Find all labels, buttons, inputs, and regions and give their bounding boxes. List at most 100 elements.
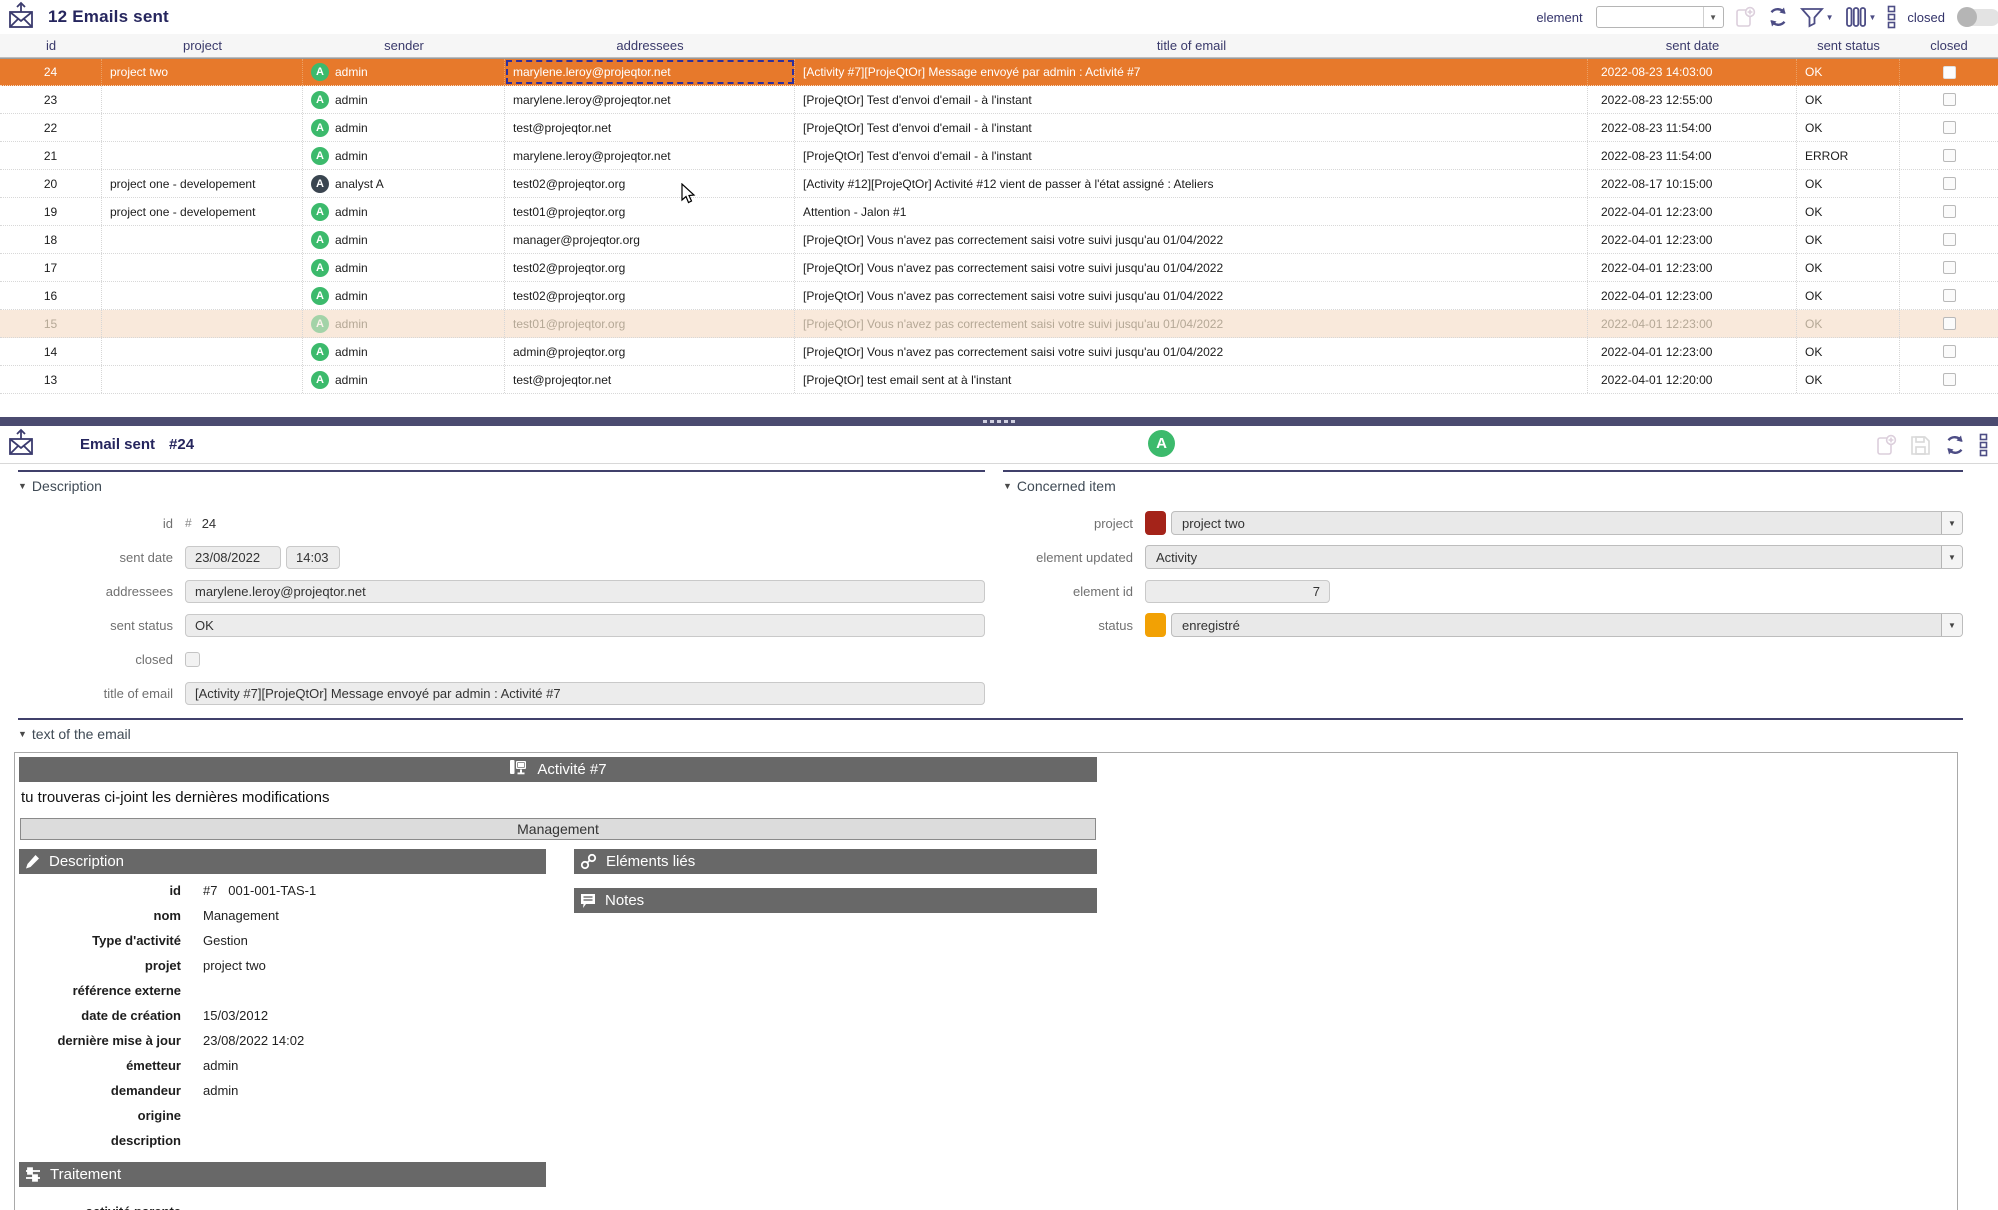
table-row[interactable]: 20 project one - developement A analyst … — [0, 170, 1998, 198]
cell-project — [102, 86, 303, 113]
cell-project — [102, 338, 303, 365]
table-row[interactable]: 13 A admin test@projeqtor.net [ProjeQtOr… — [0, 366, 1998, 394]
cell-sender: A admin — [303, 366, 505, 393]
closed-toggle[interactable] — [1957, 6, 1998, 27]
section-description-header[interactable]: ▼ Description — [18, 478, 985, 494]
column-header-closed[interactable]: closed — [1900, 38, 1998, 53]
cell-sent-status: OK — [1797, 86, 1900, 113]
cell-sender: A admin — [303, 59, 505, 85]
field-row: activité parente — [19, 1199, 546, 1210]
closed-checkbox[interactable] — [1942, 65, 1956, 79]
table-row[interactable]: 23 A admin marylene.leroy@projeqtor.net … — [0, 86, 1998, 114]
closed-checkbox[interactable] — [1942, 289, 1956, 302]
filter-icon[interactable]: ▼ — [1799, 7, 1834, 28]
cell-title: [Activity #12][ProjeQtOr] Activité #12 v… — [795, 170, 1588, 197]
columns-icon[interactable]: ▼ — [1845, 6, 1876, 28]
chevron-down-icon[interactable]: ▼ — [1702, 7, 1723, 27]
cell-sender-name: analyst A — [335, 176, 384, 191]
element-id-input[interactable]: 7 — [1145, 579, 1330, 603]
cell-sent-status: OK — [1797, 310, 1900, 337]
closed-checkbox[interactable] — [1942, 177, 1956, 190]
save-icon[interactable] — [1910, 435, 1931, 461]
cell-sender-name: admin — [335, 92, 368, 107]
table-row[interactable]: 19 project one - developement A admin te… — [0, 198, 1998, 226]
field-row: description — [19, 1128, 546, 1153]
closed-checkbox[interactable] — [1942, 233, 1956, 246]
cell-addressees: test02@projeqtor.org — [505, 282, 795, 309]
chevron-down-icon[interactable]: ▼ — [1941, 512, 1962, 534]
table-row[interactable]: 24 project two A admin marylene.leroy@pr… — [0, 58, 1998, 86]
status-label: status — [1098, 617, 1133, 633]
status-select[interactable]: enregistré ▼ — [1171, 613, 1963, 637]
column-header-sender[interactable]: sender — [303, 38, 505, 53]
description-bar: Description — [19, 849, 546, 874]
chevron-down-icon[interactable]: ▼ — [1941, 546, 1962, 568]
field-value: project two — [203, 958, 266, 973]
notes-bar: Notes — [574, 888, 1097, 913]
cell-sender-name: admin — [335, 232, 368, 247]
cell-closed — [1900, 282, 1998, 309]
element-filter-combobox[interactable]: ▼ — [1595, 6, 1724, 28]
column-header-project[interactable]: project — [102, 38, 303, 53]
field-value: admin — [203, 1058, 239, 1073]
user-avatar[interactable]: A — [1148, 430, 1175, 457]
cell-sent-status: OK — [1797, 198, 1900, 225]
closed-checkbox[interactable] — [185, 651, 200, 667]
field-row: nom Management — [19, 903, 546, 928]
cell-sent-date: 2022-08-17 10:15:00 — [1588, 170, 1797, 197]
table-row[interactable]: 22 A admin test@projeqtor.net [ProjeQtOr… — [0, 114, 1998, 142]
project-select[interactable]: project two ▼ — [1171, 511, 1963, 535]
cell-id: 19 — [0, 198, 102, 225]
cell-id: 23 — [0, 86, 102, 113]
cell-project — [102, 114, 303, 141]
kebab-icon[interactable] — [1979, 433, 1988, 462]
section-email-text-header[interactable]: ▼ text of the email — [18, 726, 1963, 742]
cell-addressees: test01@projeqtor.org — [505, 198, 795, 225]
closed-checkbox[interactable] — [1942, 261, 1956, 274]
table-row[interactable]: 21 A admin marylene.leroy@projeqtor.net … — [0, 142, 1998, 170]
add-copy-icon[interactable] — [1735, 6, 1756, 29]
table-row[interactable]: 17 A admin test02@projeqtor.org [ProjeQt… — [0, 254, 1998, 282]
addressees-input[interactable]: marylene.leroy@projeqtor.net — [185, 579, 985, 603]
cell-sent-date: 2022-08-23 11:54:00 — [1588, 114, 1797, 141]
cell-sender: A admin — [303, 114, 505, 141]
cell-sent-date: 2022-04-01 12:20:00 — [1588, 366, 1797, 393]
cell-sent-date: 2022-04-01 12:23:00 — [1588, 310, 1797, 337]
sent-time-input[interactable]: 14:03 — [286, 545, 340, 569]
refresh-icon[interactable] — [1944, 434, 1966, 461]
element-updated-select[interactable]: Activity ▼ — [1145, 545, 1963, 569]
closed-checkbox[interactable] — [1942, 205, 1956, 218]
column-header-addressees[interactable]: addressees — [505, 38, 795, 53]
kebab-icon[interactable] — [1887, 5, 1896, 29]
chevron-down-icon[interactable]: ▼ — [1941, 614, 1962, 636]
closed-checkbox[interactable] — [1942, 317, 1956, 330]
closed-checkbox[interactable] — [1942, 93, 1956, 106]
cell-sent-date: 2022-04-01 12:23:00 — [1588, 282, 1797, 309]
cell-project: project one - developement — [102, 170, 303, 197]
cell-closed — [1900, 114, 1998, 141]
column-header-sent-status[interactable]: sent status — [1797, 38, 1900, 53]
field-value: 23/08/2022 14:02 — [203, 1033, 305, 1048]
field-label: Type d'activité — [92, 933, 181, 948]
title-of-email-input[interactable]: [Activity #7][ProjeQtOr] Message envoyé … — [185, 681, 985, 705]
refresh-icon[interactable] — [1767, 6, 1789, 28]
closed-checkbox[interactable] — [1942, 373, 1956, 386]
column-header-sent-date[interactable]: sent date — [1588, 38, 1797, 53]
sent-status-label: sent status — [110, 617, 173, 633]
table-row[interactable]: 16 A admin test02@projeqtor.org [ProjeQt… — [0, 282, 1998, 310]
closed-checkbox[interactable] — [1942, 149, 1956, 162]
panel-splitter[interactable] — [0, 417, 1998, 426]
column-header-id[interactable]: id — [0, 38, 102, 53]
closed-checkbox[interactable] — [1942, 121, 1956, 134]
table-row[interactable]: 18 A admin manager@projeqtor.org [ProjeQ… — [0, 226, 1998, 254]
sent-date-input[interactable]: 23/08/2022 — [185, 545, 281, 569]
column-header-title[interactable]: title of email — [795, 38, 1588, 53]
closed-checkbox[interactable] — [1942, 345, 1956, 358]
section-concerned-header[interactable]: ▼ Concerned item — [1003, 478, 1963, 494]
id-hash: # — [185, 516, 192, 530]
notes-icon — [580, 893, 596, 909]
add-copy-icon[interactable] — [1876, 434, 1897, 462]
table-row[interactable]: 15 A admin test01@projeqtor.org [ProjeQt… — [0, 310, 1998, 338]
table-row[interactable]: 14 A admin admin@projeqtor.org [ProjeQtO… — [0, 338, 1998, 366]
sent-status-input[interactable]: OK — [185, 613, 985, 637]
